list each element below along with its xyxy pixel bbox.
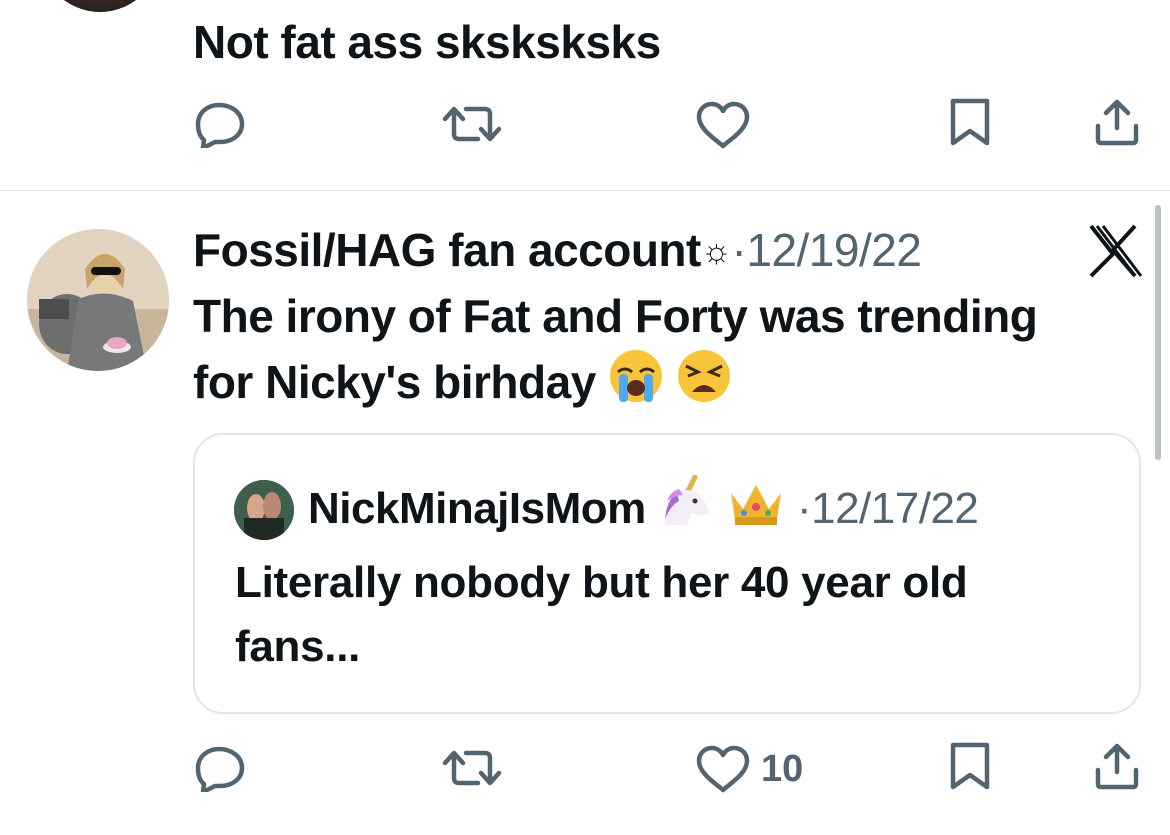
tweet-divider bbox=[0, 190, 1170, 191]
quoted-tweet-text: Literally nobody but her 40 year old fan… bbox=[235, 551, 1115, 679]
like-count: 10 bbox=[761, 747, 804, 790]
weary-face-icon bbox=[676, 348, 732, 420]
unicorn-icon bbox=[657, 474, 715, 546]
bookmark-icon[interactable] bbox=[948, 98, 992, 146]
bookmark-icon[interactable] bbox=[948, 742, 992, 790]
tweet-date[interactable]: 12/19/22 bbox=[746, 224, 922, 276]
tweet-text-line-1: The irony of Fat and Forty was trending bbox=[193, 290, 1038, 342]
separator-dot: · bbox=[731, 224, 747, 276]
quoted-text-line-2: fans... bbox=[235, 622, 361, 671]
quoted-tweet-date[interactable]: 12/17/22 bbox=[811, 484, 979, 533]
share-icon[interactable] bbox=[1093, 98, 1141, 146]
reply-icon[interactable] bbox=[195, 744, 247, 792]
previous-tweet-text: Not fat ass sksksksks bbox=[193, 16, 661, 68]
quoted-author-avatar[interactable] bbox=[234, 480, 294, 540]
scrollbar[interactable] bbox=[1155, 205, 1161, 460]
author-display-name[interactable]: Fossil/HAG fan account bbox=[193, 224, 701, 276]
quoted-display-name[interactable]: NickMinajIsMom bbox=[308, 484, 646, 533]
loudly-crying-face-icon bbox=[608, 348, 664, 420]
author-avatar[interactable] bbox=[27, 229, 169, 371]
like-button[interactable]: 10 bbox=[695, 745, 803, 793]
quoted-separator-dot: · bbox=[796, 484, 812, 533]
quoted-text-line-1: Literally nobody but her 40 year old bbox=[235, 558, 968, 607]
like-icon[interactable] bbox=[695, 101, 751, 149]
tweet-text-line-2-text: for Nicky's birhday bbox=[193, 356, 596, 408]
tweet-text-line-2: for Nicky's birhday bbox=[193, 348, 732, 420]
like-icon[interactable] bbox=[695, 745, 751, 793]
reply-icon[interactable] bbox=[195, 100, 247, 148]
previous-avatar[interactable] bbox=[40, 0, 160, 12]
retweet-icon[interactable] bbox=[440, 748, 504, 788]
crown-icon bbox=[727, 475, 785, 546]
lips-icon: ☼ bbox=[700, 232, 732, 270]
close-icon[interactable] bbox=[1083, 220, 1143, 280]
retweet-icon[interactable] bbox=[440, 104, 504, 144]
share-icon[interactable] bbox=[1093, 742, 1141, 790]
quoted-author-line: NickMinajIsMom ·12/17/22 bbox=[308, 474, 979, 546]
author-line: Fossil/HAG fan account☼·12/19/22 bbox=[193, 219, 922, 282]
